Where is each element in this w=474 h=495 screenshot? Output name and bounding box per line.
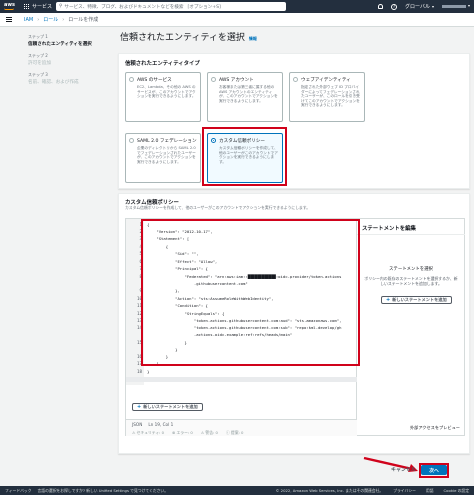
plus-icon: +: [386, 297, 391, 303]
status-warnings[interactable]: ⚠ 警告: 0: [201, 430, 218, 436]
aws-logo[interactable]: aws: [4, 3, 18, 10]
radio-saml-federation[interactable]: [129, 138, 134, 143]
current-line-highlight: [126, 377, 358, 382]
wizard-steps: ステップ 1 信頼されたエンティティを選択 ステップ 2 許可を追加 ステップ …: [28, 34, 108, 91]
statement-panel-title: ステートメントを編集: [362, 226, 416, 232]
terms-link[interactable]: 用語: [426, 488, 434, 494]
cancel-button[interactable]: キャンセル: [391, 466, 416, 473]
divider: [357, 234, 465, 235]
highlight-box-tile: [202, 127, 287, 186]
status-language: JSON: [132, 422, 143, 427]
chevron-right-icon: ›: [62, 16, 65, 23]
statement-heading: ステートメントを選択: [389, 267, 433, 272]
search-icon: ⚲: [59, 4, 63, 9]
page-title: 信頼されたエンティティを選択: [120, 33, 245, 43]
language-note[interactable]: 言語の選択をお探しですか? 新しい Unified Settings で見つけて…: [38, 488, 169, 494]
highlight-box-editor: [141, 219, 360, 366]
radio-aws-service[interactable]: [129, 77, 134, 82]
breadcrumb-current: ロールを作成: [68, 17, 99, 23]
services-grid-icon: [24, 3, 30, 10]
feedback-link[interactable]: フィードバック: [5, 488, 32, 494]
region-selector[interactable]: グローバル: [405, 3, 434, 10]
entity-type-panel: 信頼されたエンティティタイプ AWS のサービス EC2、Lambda、その他の…: [118, 53, 470, 189]
plus-icon: +: [137, 404, 142, 410]
statement-description: ポリシー内の既存のステートメントを選択するか、新しいステートメントを追加します。: [364, 276, 458, 286]
menu-icon[interactable]: [6, 17, 12, 22]
line-number: 18: [136, 369, 142, 374]
tile-saml-federation[interactable]: SAML 2.0 フェデレーション 企業のディレクトリから SAML 2.0 で…: [125, 133, 201, 183]
chevron-down-icon: [432, 5, 434, 8]
copyright: © 2022, Amazon Web Services, Inc. またはその関…: [275, 487, 384, 493]
info-link[interactable]: 情報: [249, 36, 257, 42]
account-menu[interactable]: [442, 4, 470, 10]
editor-status-bar: JSON Ln 19, Col 1 ⚠ セキュリティ: 0 ⊗ エラー: 0 ⚠…: [126, 419, 358, 436]
status-position: Ln 19, Col 1: [148, 422, 174, 427]
tile-aws-service[interactable]: AWS のサービス EC2、Lambda、その他の AWS のサービスが、このア…: [125, 72, 201, 122]
aws-smile-icon: [4, 8, 14, 10]
highlight-box-next: [419, 463, 449, 478]
side-add-statement-button[interactable]: + 新しいステートメントを追加: [381, 296, 452, 304]
radio-web-identity[interactable]: [293, 77, 298, 82]
search-shortcut: [オプション+S]: [187, 4, 221, 10]
main-header: 信頼されたエンティティを選択 情報: [120, 30, 468, 43]
breadcrumb-iam[interactable]: IAM: [24, 17, 33, 23]
services-menu[interactable]: サービス: [24, 3, 52, 10]
footer: フィードバック 言語の選択をお探しですか? 新しい Unified Settin…: [0, 486, 474, 495]
tile-web-identity[interactable]: ウェブアイデンティティ 指定された外部ウェブ ID プロバイダーによってフェデレ…: [289, 72, 365, 122]
breadcrumb: IAM › ロール › ロールを作成: [24, 16, 99, 24]
status-suggestions[interactable]: ⓘ 提案: 0: [226, 430, 244, 436]
breadcrumb-bar: IAM › ロール › ロールを作成: [0, 13, 474, 27]
chevron-right-icon: ›: [37, 16, 40, 23]
top-nav: aws サービス ⚲ サービス、特徴、ブログ、およびドキュメントなどを検索 [オ…: [0, 0, 474, 13]
step-3: ステップ 3 名前、確認、および作成: [28, 72, 79, 85]
step-1: ステップ 1 信頼されたエンティティを選択: [28, 34, 92, 47]
breadcrumb-roles[interactable]: ロール: [43, 16, 58, 23]
custom-policy-subtitle: カスタム信頼ポリシーを作成して、他のユーザーがこのアカウントでアクションを実行で…: [125, 205, 311, 210]
bell-icon[interactable]: [378, 4, 384, 9]
step-2: ステップ 2 許可を追加: [28, 53, 51, 66]
radio-aws-account[interactable]: [211, 77, 216, 82]
cookie-link[interactable]: Cookie の設定: [444, 488, 469, 494]
status-security[interactable]: ⚠ セキュリティ: 0: [132, 430, 164, 436]
privacy-link[interactable]: プライバシー: [393, 488, 416, 494]
add-statement-button[interactable]: + 新しいステートメントを追加: [132, 403, 203, 411]
code-line: }: [147, 369, 150, 374]
help-icon[interactable]: ?: [391, 3, 398, 10]
status-errors[interactable]: ⊗ エラー: 0: [172, 430, 193, 436]
entity-type-title: 信頼されたエンティティタイプ: [125, 61, 200, 67]
statement-side-panel: ステートメントを編集 ステートメントを選択 ポリシー内の既存のステートメントを選…: [357, 218, 465, 436]
tile-aws-account[interactable]: AWS アカウント お客様または第三者に属する他の AWS アカウントのエンティ…: [207, 72, 283, 122]
chevron-down-icon: [468, 5, 470, 7]
search-input[interactable]: ⚲ サービス、特徴、ブログ、およびドキュメントなどを検索 [オプション+S]: [56, 2, 286, 11]
preview-external-access-button[interactable]: 外部アクセスをプレビュー: [410, 425, 460, 431]
